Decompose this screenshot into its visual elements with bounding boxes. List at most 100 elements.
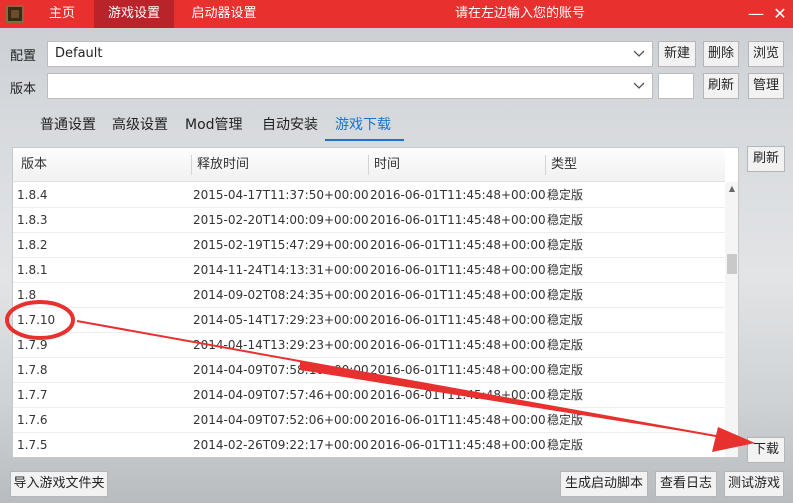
- version-select[interactable]: [47, 73, 653, 99]
- cell-version: 1.7.6: [17, 413, 48, 427]
- column-divider: [368, 155, 369, 175]
- generate-script-button[interactable]: 生成启动脚本: [560, 471, 648, 497]
- cell-type: 稳定版: [547, 213, 584, 227]
- table-row[interactable]: 1.7.5 2014-02-26T09:22:17+00:00 2016-06-01…: [13, 433, 725, 457]
- column-divider: [191, 155, 192, 175]
- cell-type: 稳定版: [547, 413, 584, 427]
- title-bar: 主页 游戏设置 启动器设置 请在左边输入您的账号 — ✕: [0, 0, 793, 28]
- cell-version: 1.7.8: [17, 363, 48, 377]
- cell-time: 2016-06-01T11:45:48+00:00: [370, 263, 546, 277]
- cell-release: 2014-11-24T14:13:31+00:00: [193, 263, 369, 277]
- column-header-type[interactable]: 类型: [551, 148, 577, 182]
- cell-time: 2016-06-01T11:45:48+00:00: [370, 313, 546, 327]
- cell-release: 2014-04-09T07:52:06+00:00: [193, 413, 369, 427]
- refresh-list-button[interactable]: 刷新: [747, 146, 785, 172]
- cell-time: 2016-06-01T11:45:48+00:00: [370, 213, 546, 227]
- cell-time: 2016-06-01T11:45:48+00:00: [370, 363, 546, 377]
- cell-time: 2016-06-01T11:45:48+00:00: [370, 438, 546, 452]
- column-header-version[interactable]: 版本: [21, 148, 47, 182]
- chevron-down-icon: [633, 50, 645, 57]
- subtab-game-download[interactable]: 游戏下载: [335, 114, 391, 140]
- config-select[interactable]: Default: [47, 41, 653, 67]
- cell-type: 稳定版: [547, 388, 584, 402]
- cell-type: 稳定版: [547, 438, 584, 452]
- window-title: 请在左边输入您的账号: [454, 6, 585, 21]
- subtab-mod-manage[interactable]: Mod管理: [185, 114, 243, 140]
- import-game-folder-button[interactable]: 导入游戏文件夹: [10, 471, 108, 497]
- cell-time: 2016-06-01T11:45:48+00:00: [370, 413, 546, 427]
- column-header-time[interactable]: 时间: [374, 148, 400, 182]
- subtab-advanced[interactable]: 高级设置: [112, 114, 168, 140]
- cell-release: 2015-02-19T15:47:29+00:00: [193, 238, 369, 252]
- test-game-button[interactable]: 测试游戏: [724, 471, 784, 497]
- chevron-down-icon: [633, 82, 645, 89]
- cell-release: 2014-02-26T09:22:17+00:00: [193, 438, 369, 452]
- manage-version-button[interactable]: 管理: [748, 73, 784, 99]
- config-value: Default: [55, 46, 103, 61]
- column-header-release[interactable]: 释放时间: [197, 148, 249, 182]
- download-button[interactable]: 下载: [747, 437, 785, 463]
- cell-time: 2016-06-01T11:45:48+00:00: [370, 188, 546, 202]
- cell-version: 1.7.7: [17, 388, 48, 402]
- cell-time: 2016-06-01T11:45:48+00:00: [370, 388, 546, 402]
- config-label: 配置: [10, 49, 37, 64]
- cell-release: 2014-09-02T08:24:35+00:00: [193, 288, 369, 302]
- version-table: 版本 释放时间 时间 类型 1.8.4 2015-04-17T11:37:50+0…: [12, 147, 739, 458]
- table-header: 版本 释放时间 时间 类型: [13, 148, 725, 182]
- minimize-icon[interactable]: —: [744, 0, 768, 28]
- scroll-up-icon[interactable]: ▲: [725, 182, 738, 196]
- tab-home[interactable]: 主页: [38, 0, 86, 28]
- cell-time: 2016-06-01T11:45:48+00:00: [370, 288, 546, 302]
- tab-launcher-settings[interactable]: 启动器设置: [182, 0, 266, 28]
- table-row[interactable]: 1.8.1 2014-11-24T14:13:31+00:00 2016-06-01…: [13, 258, 725, 283]
- version-extra-box[interactable]: [658, 73, 694, 99]
- tab-game-settings[interactable]: 游戏设置: [94, 0, 174, 28]
- cell-version: 1.8: [17, 288, 37, 302]
- cell-type: 稳定版: [547, 263, 584, 277]
- table-row[interactable]: 1.8 2014-09-02T08:24:35+00:00 2016-06-01T1…: [13, 283, 725, 308]
- subtab-auto-install[interactable]: 自动安装: [262, 114, 318, 140]
- version-label: 版本: [10, 82, 37, 97]
- cell-release: 2014-05-14T17:29:23+00:00: [193, 313, 369, 327]
- table-row[interactable]: 1.8.2 2015-02-19T15:47:29+00:00 2016-06-01…: [13, 233, 725, 258]
- cell-version: 1.8.2: [17, 238, 48, 252]
- cell-version: 1.8.1: [17, 263, 48, 277]
- cell-type: 稳定版: [547, 188, 584, 202]
- refresh-version-button[interactable]: 刷新: [703, 73, 739, 99]
- cell-release: 2015-04-17T11:37:50+00:00: [193, 188, 369, 202]
- scrollbar-thumb[interactable]: [727, 254, 737, 274]
- table-row[interactable]: 1.7.7 2014-04-09T07:57:46+00:00 2016-06-01…: [13, 383, 725, 408]
- table-row[interactable]: 1.8.3 2015-02-20T14:00:09+00:00 2016-06-01…: [13, 208, 725, 233]
- cell-release: 2014-04-14T13:29:23+00:00: [193, 338, 369, 352]
- cell-type: 稳定版: [547, 288, 584, 302]
- cell-version: 1.8.4: [17, 188, 48, 202]
- table-body: 1.8.4 2015-04-17T11:37:50+00:00 2016-06-01…: [13, 183, 725, 457]
- cell-type: 稳定版: [547, 313, 584, 327]
- app-logo-icon: [6, 5, 24, 23]
- delete-config-button[interactable]: 删除: [703, 41, 739, 67]
- table-row[interactable]: 1.7.6 2014-04-09T07:52:06+00:00 2016-06-01…: [13, 408, 725, 433]
- browse-button[interactable]: 浏览: [748, 41, 784, 67]
- new-config-button[interactable]: 新建: [658, 41, 696, 67]
- table-row[interactable]: 1.7.8 2014-04-09T07:58:16+00:00 2016-06-01…: [13, 358, 725, 383]
- cell-time: 2016-06-01T11:45:48+00:00: [370, 238, 546, 252]
- table-row[interactable]: 1.7.9 2014-04-14T13:29:23+00:00 2016-06-01…: [13, 333, 725, 358]
- subtab-general[interactable]: 普通设置: [40, 114, 96, 140]
- cell-time: 2016-06-01T11:45:48+00:00: [370, 338, 546, 352]
- cell-type: 稳定版: [547, 363, 584, 377]
- cell-release: 2015-02-20T14:00:09+00:00: [193, 213, 369, 227]
- column-divider: [545, 155, 546, 175]
- cell-version: 1.7.10: [17, 313, 56, 327]
- cell-version: 1.7.9: [17, 338, 48, 352]
- cell-version: 1.7.5: [17, 438, 48, 452]
- cell-type: 稳定版: [547, 338, 584, 352]
- close-icon[interactable]: ✕: [768, 0, 792, 28]
- table-scrollbar[interactable]: ▲: [725, 182, 738, 457]
- view-log-button[interactable]: 查看日志: [655, 471, 717, 497]
- cell-version: 1.8.3: [17, 213, 48, 227]
- cell-release: 2014-04-09T07:57:46+00:00: [193, 388, 369, 402]
- table-row[interactable]: 1.8.4 2015-04-17T11:37:50+00:00 2016-06-01…: [13, 183, 725, 208]
- cell-type: 稳定版: [547, 238, 584, 252]
- table-row[interactable]: 1.7.10 2014-05-14T17:29:23+00:00 2016-06-0…: [13, 308, 725, 333]
- cell-release: 2014-04-09T07:58:16+00:00: [193, 363, 369, 377]
